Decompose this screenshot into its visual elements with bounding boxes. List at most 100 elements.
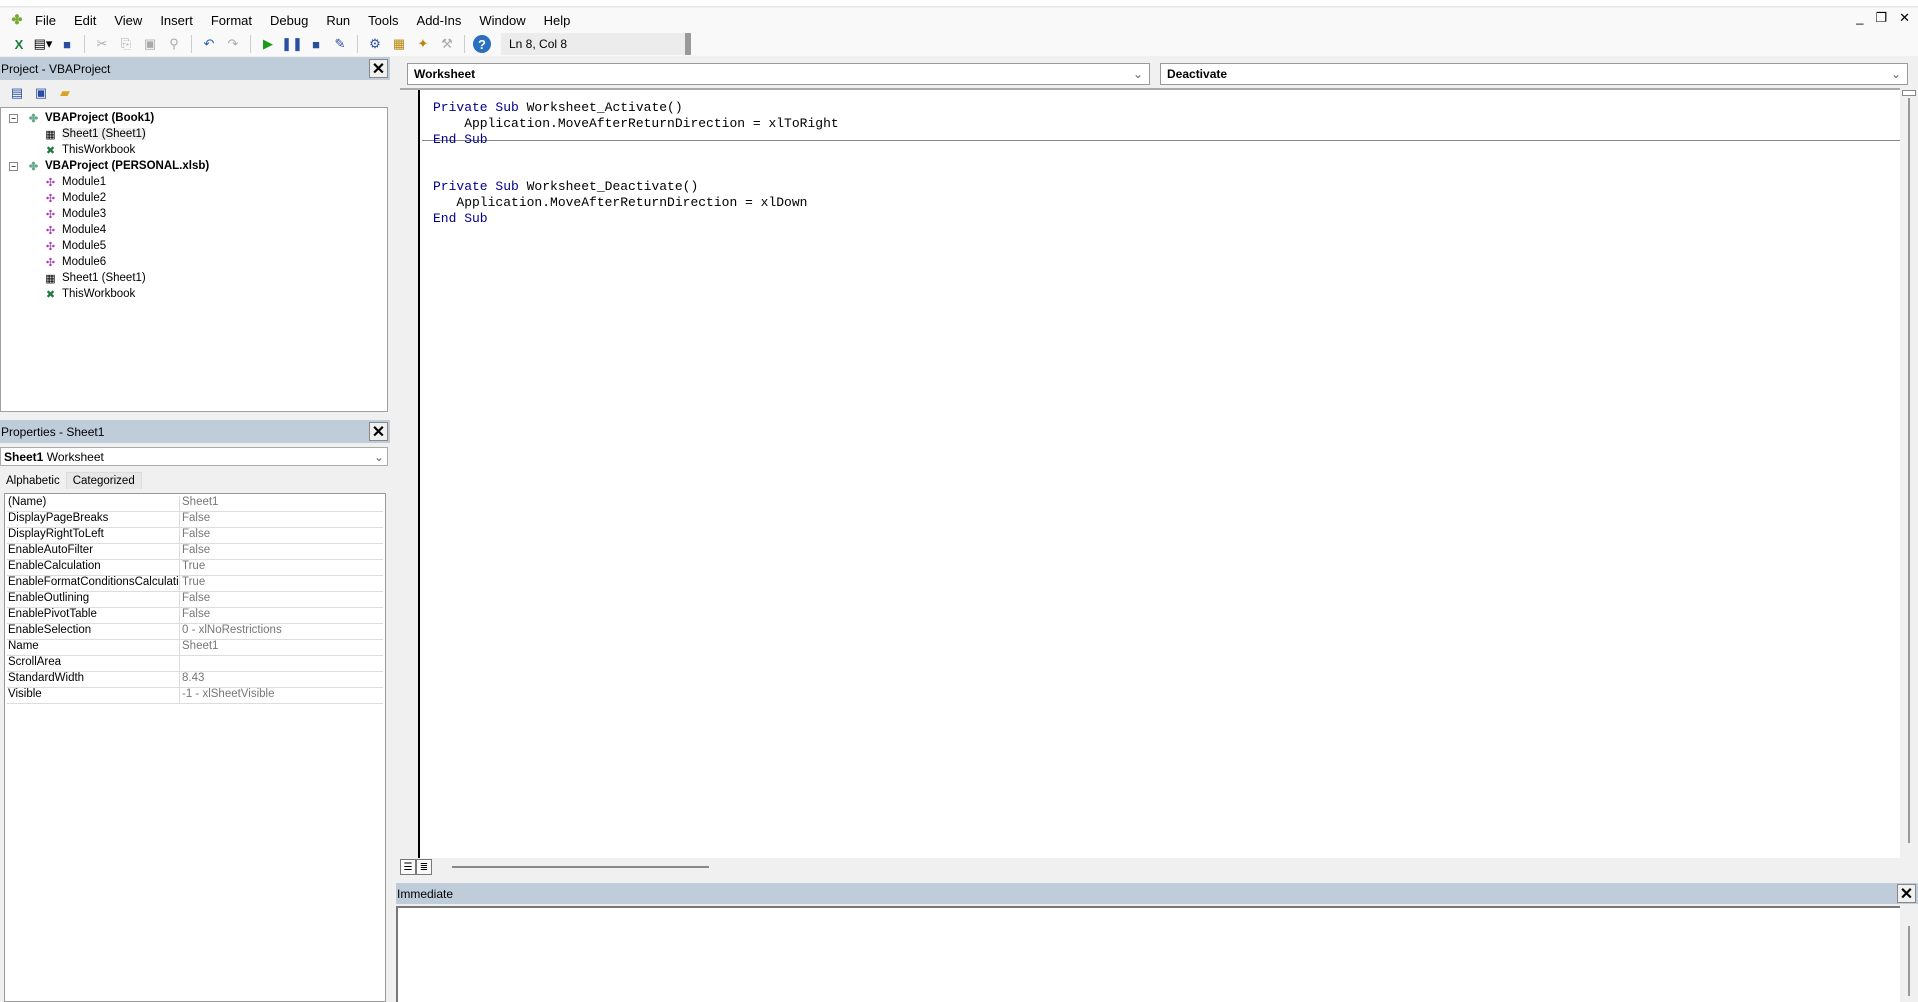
- object-browser-icon[interactable]: ✦: [414, 35, 432, 53]
- object-dropdown[interactable]: Worksheet ⌄: [407, 63, 1150, 85]
- horizontal-scrollbar[interactable]: [452, 866, 709, 868]
- view-code-icon[interactable]: ▤: [8, 84, 26, 102]
- menu-file[interactable]: File: [26, 13, 65, 28]
- tree-item[interactable]: ✣ Module6: [1, 254, 387, 270]
- minimize-button[interactable]: _: [1856, 10, 1863, 26]
- vertical-scrollbar[interactable]: [1900, 88, 1918, 858]
- menu-edit[interactable]: Edit: [65, 13, 105, 28]
- menu-run[interactable]: Run: [317, 13, 359, 28]
- insert-userform-icon[interactable]: ▤▾: [34, 35, 53, 53]
- property-value[interactable]: True: [180, 576, 205, 591]
- undo-icon[interactable]: ↶: [200, 35, 218, 53]
- find-icon[interactable]: ⚲: [165, 35, 183, 53]
- tree-item[interactable]: ✖ ThisWorkbook: [1, 286, 387, 302]
- menu-add-ins[interactable]: Add-Ins: [408, 13, 471, 28]
- property-row[interactable]: ScrollArea: [7, 656, 383, 672]
- code-line[interactable]: End Sub: [433, 211, 488, 227]
- property-value[interactable]: 8.43: [180, 672, 204, 687]
- project-explorer-icon[interactable]: ⚙: [366, 35, 384, 53]
- immediate-scrollbar[interactable]: [1900, 906, 1918, 1002]
- property-row[interactable]: EnableSelection 0 - xlNoRestrictions: [7, 624, 383, 640]
- margin-indicator-bar[interactable]: [400, 90, 420, 858]
- run-icon[interactable]: ▶: [259, 35, 277, 53]
- tree-project[interactable]: − ✤ VBAProject (Book1): [1, 110, 387, 126]
- property-row[interactable]: EnablePivotTable False: [7, 608, 383, 624]
- property-value[interactable]: Sheet1: [180, 640, 218, 655]
- code-line[interactable]: Application.MoveAfterReturnDirection = x…: [433, 116, 838, 132]
- procedure-dropdown[interactable]: Deactivate ⌄: [1160, 63, 1908, 85]
- toolbox-icon[interactable]: ⚒: [438, 35, 456, 53]
- menu-tools[interactable]: Tools: [359, 13, 407, 28]
- property-row[interactable]: Name Sheet1: [7, 640, 383, 656]
- tab-categorized[interactable]: Categorized: [65, 472, 142, 489]
- menu-debug[interactable]: Debug: [261, 13, 317, 28]
- help-icon[interactable]: ?: [473, 35, 491, 53]
- tree-item[interactable]: ✣ Module3: [1, 206, 387, 222]
- property-value[interactable]: True: [180, 560, 205, 575]
- pane-splitter[interactable]: [390, 57, 398, 1002]
- code-line[interactable]: End Sub: [433, 132, 488, 148]
- save-icon[interactable]: ■: [58, 35, 76, 53]
- menu-view[interactable]: View: [105, 13, 151, 28]
- property-row[interactable]: Visible -1 - xlSheetVisible: [7, 688, 383, 704]
- property-row[interactable]: DisplayPageBreaks False: [7, 512, 383, 528]
- tree-item[interactable]: ✣ Module4: [1, 222, 387, 238]
- property-value[interactable]: [180, 656, 182, 671]
- break-icon[interactable]: ❚❚: [281, 35, 303, 53]
- property-value[interactable]: False: [180, 592, 210, 607]
- tab-alphabetic[interactable]: Alphabetic: [0, 473, 66, 489]
- collapse-icon[interactable]: −: [9, 161, 18, 171]
- property-value[interactable]: False: [180, 528, 210, 543]
- tree-item[interactable]: ▦ Sheet1 (Sheet1): [1, 126, 387, 142]
- tree-item[interactable]: ✣ Module5: [1, 238, 387, 254]
- immediate-input[interactable]: [396, 906, 1900, 1002]
- tree-item[interactable]: ✣ Module2: [1, 190, 387, 206]
- menu-window[interactable]: Window: [470, 13, 534, 28]
- tree-project[interactable]: − ✤ VBAProject (PERSONAL.xlsb): [1, 158, 387, 174]
- menu-format[interactable]: Format: [202, 13, 261, 28]
- full-module-view-icon[interactable]: ≣: [416, 859, 432, 875]
- paste-icon[interactable]: ▣: [141, 35, 159, 53]
- toggle-folders-icon[interactable]: ▰: [56, 84, 74, 102]
- copy-icon[interactable]: ⎘: [117, 35, 135, 53]
- code-line[interactable]: Private Sub Worksheet_Activate(): [433, 100, 683, 116]
- menu-help[interactable]: Help: [535, 13, 580, 28]
- property-value[interactable]: False: [180, 544, 210, 559]
- collapse-icon[interactable]: −: [9, 113, 18, 123]
- cut-icon[interactable]: ✂: [93, 35, 111, 53]
- menu-insert[interactable]: Insert: [151, 13, 202, 28]
- property-value[interactable]: 0 - xlNoRestrictions: [180, 624, 282, 639]
- property-value[interactable]: -1 - xlSheetVisible: [180, 688, 274, 703]
- close-project-explorer-button[interactable]: ✕: [369, 59, 388, 78]
- design-mode-icon[interactable]: ✎: [331, 35, 349, 53]
- close-immediate-button[interactable]: ✕: [1897, 884, 1916, 903]
- properties-header: Properties - Sheet1 ✕: [0, 420, 390, 443]
- property-value[interactable]: False: [180, 512, 210, 527]
- object-selector[interactable]: Sheet1 Worksheet ⌄: [0, 447, 388, 466]
- property-row[interactable]: (Name) Sheet1: [7, 496, 383, 512]
- restore-button[interactable]: ❐: [1875, 10, 1887, 26]
- property-value[interactable]: Sheet1: [180, 496, 218, 511]
- tree-item[interactable]: ✣ Module1: [1, 174, 387, 190]
- procedure-view-icon[interactable]: ☰: [400, 859, 416, 875]
- close-properties-button[interactable]: ✕: [369, 422, 388, 441]
- close-button[interactable]: ✕: [1899, 10, 1910, 26]
- redo-icon[interactable]: ↷: [224, 35, 242, 53]
- property-row[interactable]: EnableFormatConditionsCalculation True: [7, 576, 383, 592]
- properties-window-icon[interactable]: ▦: [390, 35, 408, 53]
- tree-item[interactable]: ▦ Sheet1 (Sheet1): [1, 270, 387, 286]
- property-value[interactable]: False: [180, 608, 210, 623]
- property-row[interactable]: StandardWidth 8.43: [7, 672, 383, 688]
- code-editor[interactable]: Private Sub Worksheet_Activate() Applica…: [400, 88, 1900, 858]
- reset-icon[interactable]: ■: [307, 35, 325, 53]
- tree-item[interactable]: ✖ ThisWorkbook: [1, 142, 387, 158]
- view-object-icon[interactable]: ▣: [32, 84, 50, 102]
- property-row[interactable]: EnableAutoFilter False: [7, 544, 383, 560]
- view-excel-icon[interactable]: X: [10, 35, 28, 53]
- property-row[interactable]: EnableOutlining False: [7, 592, 383, 608]
- vba-app-icon[interactable]: ✤: [8, 11, 26, 29]
- property-row[interactable]: EnableCalculation True: [7, 560, 383, 576]
- property-row[interactable]: DisplayRightToLeft False: [7, 528, 383, 544]
- code-line[interactable]: Private Sub Worksheet_Deactivate(): [433, 179, 698, 195]
- code-line[interactable]: Application.MoveAfterReturnDirection = x…: [433, 195, 807, 211]
